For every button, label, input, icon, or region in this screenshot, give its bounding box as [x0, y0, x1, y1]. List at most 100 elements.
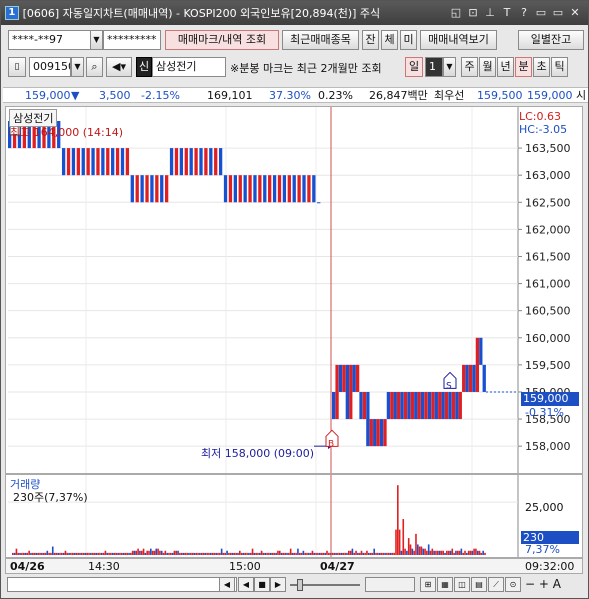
daily-balance-button[interactable]: 일별잔고 [518, 30, 584, 50]
period-select[interactable]: 일 [405, 57, 423, 77]
minimize-icon[interactable]: ▭ [534, 6, 548, 20]
balance-button[interactable]: 잔 [362, 30, 379, 50]
volume-bar [215, 552, 218, 555]
chart-type-icon[interactable]: ◫ [454, 577, 470, 592]
volume-bar [59, 552, 61, 555]
price-bar [366, 391, 370, 447]
period-minute-button[interactable]: 분 [515, 57, 532, 77]
volume-bar [41, 552, 43, 555]
price-bar [263, 175, 267, 203]
price-bar [393, 391, 397, 420]
volume-bar [193, 552, 196, 555]
price-bar [434, 391, 438, 420]
volume-bar [315, 552, 317, 555]
price-bar [465, 364, 469, 392]
scroll-right-icon[interactable]: ▶ [270, 577, 286, 592]
price-chart-svg[interactable]: 163,500 163,000 162,500 162,000 161,500 161,0… [6, 107, 582, 473]
maximize-icon[interactable]: ▭ [551, 6, 565, 20]
volume-bar [151, 550, 154, 555]
volume-bar [162, 552, 165, 555]
account-dropdown-icon[interactable]: ▼ [90, 30, 103, 50]
password-input[interactable]: ********* [103, 30, 161, 50]
volume-bar [446, 550, 448, 555]
recent-trade-button[interactable]: 최근매매종목 [282, 30, 359, 50]
stop-icon[interactable]: ■ [254, 577, 270, 592]
volume-bar [257, 552, 259, 555]
period-month-button[interactable]: 월 [479, 57, 496, 77]
play-icon[interactable]: ◀ [238, 577, 254, 592]
period-dropdown-icon[interactable]: ▼ [443, 57, 456, 77]
volume-label: 230주(7,37%) [13, 491, 88, 504]
sound-icon[interactable]: ◀▾ [106, 57, 132, 77]
zoom-fit-button[interactable]: A [553, 577, 561, 591]
volume-bar [364, 552, 366, 555]
price-bar [194, 148, 198, 176]
volume-bar [324, 552, 326, 555]
period-week-button[interactable]: 주 [461, 57, 478, 77]
volume-bar [217, 552, 219, 555]
zoom-out-button[interactable]: − [525, 577, 535, 591]
grid-icon[interactable]: ▦ [437, 577, 453, 592]
horizontal-scrollbar[interactable] [7, 577, 237, 592]
pin-icon[interactable]: ⊥ [483, 6, 497, 20]
close-icon[interactable]: ✕ [568, 6, 582, 20]
fill-button[interactable]: 체 [381, 30, 398, 50]
volume-bar [248, 552, 250, 555]
volume-bar [211, 552, 214, 555]
volume-chart[interactable]: 거래량 230주(7,37%) 25,000 230 7,37% [5, 474, 583, 558]
volume-bar [17, 552, 20, 555]
price-bar [125, 148, 130, 176]
y-tick-label: 161,500 [525, 250, 571, 263]
stock-code-input[interactable]: 009150 [29, 57, 71, 77]
account-input[interactable]: ****-**97 [8, 30, 91, 50]
unfilled-button[interactable]: 미 [400, 30, 417, 50]
price-bar [268, 175, 272, 203]
trade-history-button[interactable]: 매매내역보기 [420, 30, 497, 50]
volume-bar [86, 552, 89, 555]
mark-query-button[interactable]: 매매마크/내역 조회 [165, 30, 279, 50]
bid-price: 159,000 [527, 89, 573, 102]
volume-bar [88, 552, 90, 555]
period-second-button[interactable]: 초 [533, 57, 550, 77]
volume-bar [35, 552, 38, 555]
reset-icon[interactable]: ⊙ [505, 577, 521, 592]
price-bar [302, 175, 306, 203]
volume-bar [164, 550, 167, 555]
volume-bar [173, 550, 176, 555]
line-icon[interactable]: ⟋ [488, 577, 504, 592]
volume-bar [30, 552, 32, 555]
help-icon[interactable]: ? [517, 6, 531, 20]
code-dropdown-icon[interactable]: ▼ [71, 57, 84, 77]
panel-toggle-icon[interactable]: ▯ [8, 57, 26, 77]
volume-bar [12, 552, 14, 555]
price-chart[interactable]: 163,500 163,000 162,500 162,000 161,500 161,0… [5, 106, 583, 474]
period-tick-button[interactable]: 틱 [551, 57, 568, 77]
volume-bar [415, 533, 417, 555]
link-icon[interactable]: ⊡ [466, 6, 480, 20]
price-bar [390, 391, 394, 420]
volume-bar [278, 550, 281, 555]
price-bar [376, 419, 380, 447]
volume-chart-svg[interactable] [6, 475, 582, 557]
volume-bar [39, 552, 41, 555]
search-icon[interactable]: ⌕ [86, 57, 103, 77]
zoom-in-button[interactable]: + [539, 577, 549, 591]
scroll-left-icon[interactable]: ◀ [219, 577, 235, 592]
lc-label: LC:0.63 [519, 110, 562, 123]
period-year-button[interactable]: 년 [497, 57, 514, 77]
volume-bar [102, 552, 105, 555]
volume-bar [168, 552, 170, 555]
volume-bar [344, 552, 346, 555]
ratio-box[interactable] [365, 577, 415, 592]
volume-bar [435, 550, 437, 555]
layout-icon[interactable]: ◱ [449, 6, 463, 20]
price-bar [403, 391, 408, 420]
price-bar [199, 148, 203, 176]
zoom-slider-thumb[interactable] [297, 579, 303, 591]
text-icon[interactable]: T [500, 6, 514, 20]
crosshair-icon[interactable]: ⊞ [420, 577, 436, 592]
volume-bar [377, 552, 379, 555]
period-number[interactable]: 1 [425, 57, 443, 77]
volume-bar [188, 552, 190, 555]
candle-icon[interactable]: ▤ [471, 577, 487, 592]
